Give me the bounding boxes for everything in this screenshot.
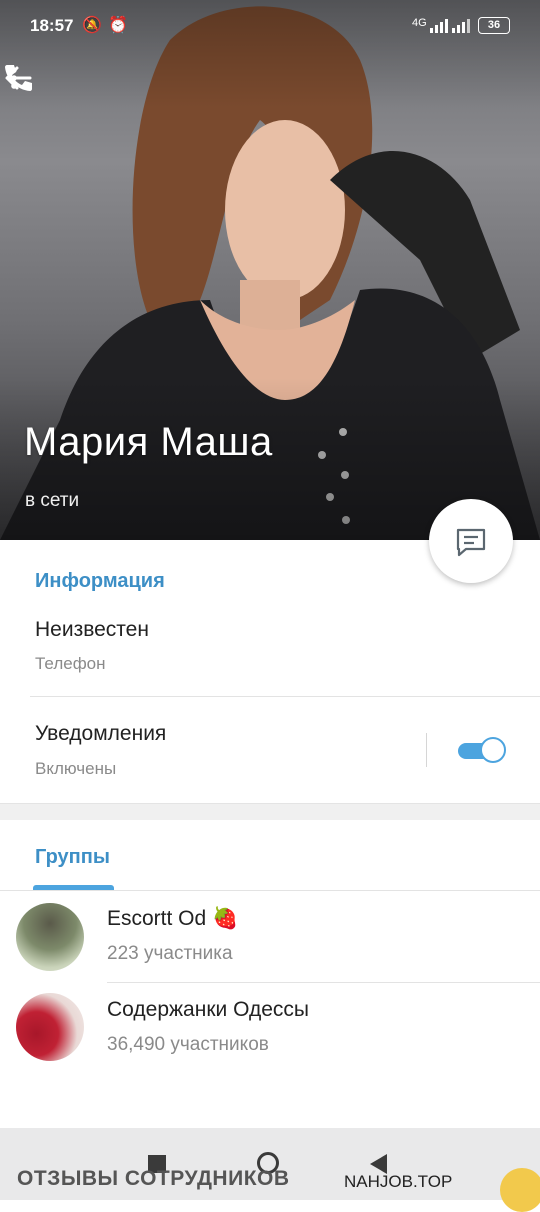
status-time: 18:57: [30, 16, 74, 35]
notifications-state: Включены: [35, 759, 117, 778]
section-gap: [0, 803, 540, 820]
group-avatar: [16, 993, 84, 1061]
separator: [426, 733, 427, 767]
phone-label: Телефон: [35, 654, 106, 673]
status-bar: 18:57 🔕 ⏰ 4G 36: [0, 0, 540, 52]
network-type: 4G: [412, 17, 427, 29]
app-bar: [0, 60, 540, 108]
watermark-right: NAHJOB.TOP: [344, 1172, 453, 1191]
notifications-title[interactable]: Уведомления: [35, 722, 166, 746]
alarm-icon: ⏰: [108, 17, 128, 34]
more-vertical-icon[interactable]: [0, 60, 28, 96]
group-members: 223 участника: [107, 943, 233, 964]
profile-status: в сети: [25, 490, 80, 511]
battery-icon: 36: [478, 17, 510, 34]
phone-value[interactable]: Неизвестен: [35, 618, 149, 642]
signal-icon: [430, 19, 470, 33]
toggle-knob: [480, 737, 506, 763]
watermark-emoji-icon: [500, 1168, 540, 1212]
group-name: Содержанки Одессы: [107, 998, 309, 1021]
profile-photo[interactable]: 18:57 🔕 ⏰ 4G 36 Мария Маша в сети: [0, 0, 540, 540]
divider: [30, 696, 540, 697]
message-button[interactable]: [429, 499, 513, 583]
group-members: 36,490 участников: [107, 1034, 269, 1055]
group-avatar: [16, 903, 84, 971]
message-icon: [456, 528, 486, 557]
watermark-left: ОТЗЫВЫ СОТРУДНИКОВ: [17, 1167, 290, 1190]
profile-name: Мария Маша: [24, 420, 273, 464]
back-button[interactable]: [370, 1154, 387, 1174]
info-section-title: Информация: [35, 570, 165, 592]
divider: [107, 982, 540, 983]
tab-groups[interactable]: Группы: [35, 846, 110, 869]
tabs-divider: [0, 890, 540, 891]
notifications-toggle[interactable]: [458, 735, 508, 765]
group-name: Escortt Od 🍓: [107, 907, 239, 930]
battery-level: 36: [487, 19, 501, 31]
bell-off-icon: 🔕: [82, 17, 102, 34]
